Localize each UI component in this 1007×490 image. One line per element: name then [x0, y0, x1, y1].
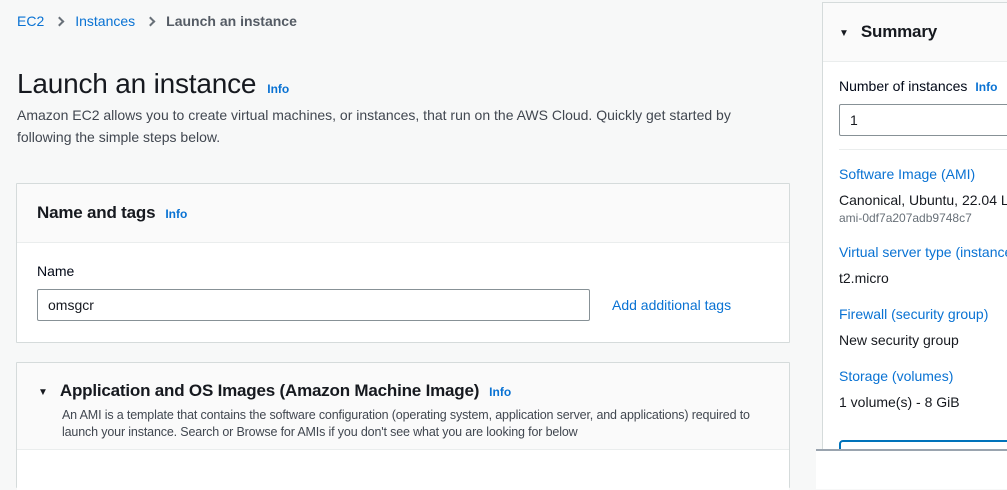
breadcrumb-current: Launch an instance: [166, 13, 297, 29]
name-tags-card-body: Name Add additional tags: [17, 243, 789, 343]
number-of-instances-label: Number of instances: [839, 76, 967, 96]
breadcrumb-link-ec2[interactable]: EC2: [17, 13, 44, 29]
ami-id-text: ami-0df7a207adb9748c7: [839, 210, 1007, 226]
page-title: Launch an instance: [17, 68, 256, 100]
number-of-instances-input[interactable]: [839, 104, 1007, 136]
firewall-value: New security group: [839, 330, 1007, 350]
summary-footer-divider: [816, 449, 1007, 489]
summary-item-firewall: Firewall (security group) New security g…: [839, 304, 1007, 350]
summary-body: Number of instances Info Software Image …: [823, 62, 1007, 412]
collapse-triangle-icon[interactable]: ▼: [839, 28, 849, 39]
summary-item-ami: Software Image (AMI) Canonical, Ubuntu, …: [839, 164, 1007, 226]
breadcrumb: EC2 Instances Launch an instance: [17, 13, 297, 29]
ami-title: Application and OS Images (Amazon Machin…: [60, 381, 479, 401]
breadcrumb-chevron-icon: [146, 16, 156, 26]
name-tags-info-link[interactable]: Info: [165, 207, 187, 221]
software-image-value: Canonical, Ubuntu, 22.04 LTS: [839, 190, 1007, 210]
storage-value: 1 volume(s) - 8 GiB: [839, 392, 1007, 412]
virtual-server-type-link[interactable]: Virtual server type (instance type): [839, 242, 1007, 262]
summary-divider: [839, 149, 1007, 150]
page-header: Launch an instance Info: [17, 68, 289, 100]
summary-panel: ▼ Summary Number of instances Info Softw…: [822, 2, 1007, 480]
ami-card-header[interactable]: ▼ Application and OS Images (Amazon Mach…: [17, 363, 789, 450]
ami-description: An AMI is a template that contains the s…: [62, 407, 774, 441]
number-of-instances-info-link[interactable]: Info: [975, 80, 997, 94]
summary-item-storage: Storage (volumes) 1 volume(s) - 8 GiB: [839, 366, 1007, 412]
add-additional-tags-link[interactable]: Add additional tags: [612, 297, 731, 313]
summary-header[interactable]: ▼ Summary: [823, 3, 1007, 62]
summary-title: Summary: [861, 22, 937, 42]
name-tags-title: Name and tags: [37, 203, 155, 223]
name-tags-card-header: Name and tags Info: [17, 184, 789, 243]
firewall-link[interactable]: Firewall (security group): [839, 304, 1007, 324]
ami-card: ▼ Application and OS Images (Amazon Mach…: [16, 362, 790, 488]
breadcrumb-chevron-icon: [55, 16, 65, 26]
name-tags-card: Name and tags Info Name Add additional t…: [16, 183, 790, 343]
name-label: Name: [37, 263, 74, 279]
software-image-link[interactable]: Software Image (AMI): [839, 164, 1007, 184]
collapse-triangle-icon[interactable]: ▼: [38, 387, 48, 398]
ami-info-link[interactable]: Info: [489, 385, 511, 399]
ami-card-body: [17, 450, 789, 490]
page-description: Amazon EC2 allows you to create virtual …: [17, 104, 787, 148]
summary-item-instance-type: Virtual server type (instance type) t2.m…: [839, 242, 1007, 288]
breadcrumb-link-instances[interactable]: Instances: [75, 13, 135, 29]
storage-volumes-link[interactable]: Storage (volumes): [839, 366, 1007, 386]
name-input[interactable]: [37, 289, 590, 321]
instance-type-value: t2.micro: [839, 268, 1007, 288]
page-title-info-link[interactable]: Info: [267, 82, 289, 96]
